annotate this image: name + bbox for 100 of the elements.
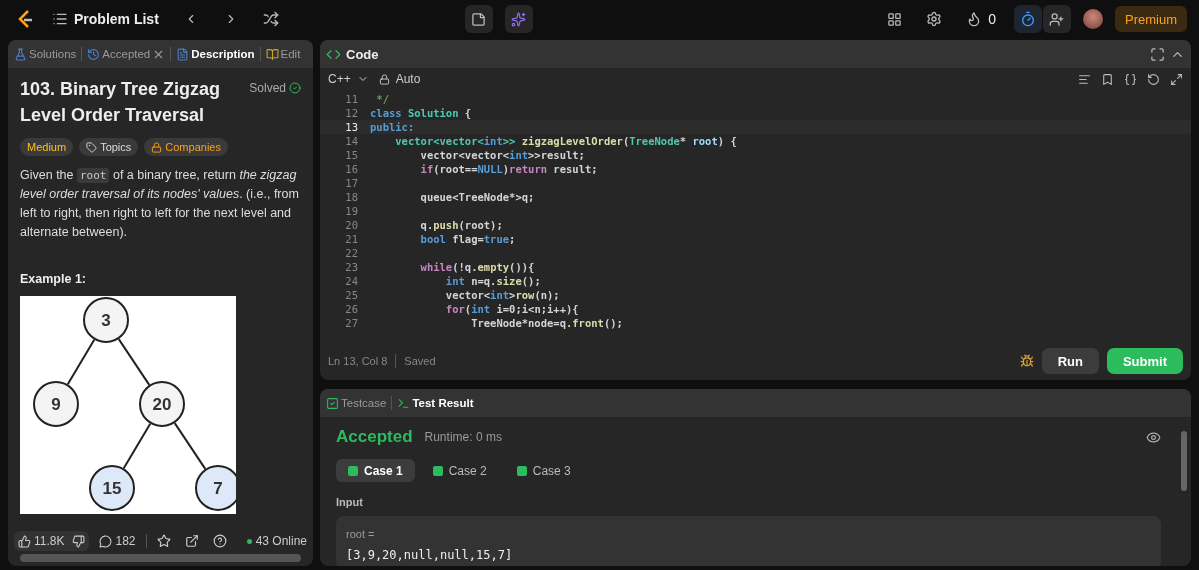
tag-chip[interactable]: Companies [144, 138, 228, 156]
code-line: while(!q.empty()){ [419, 260, 535, 274]
add-user-button[interactable] [1043, 5, 1071, 33]
runtime-text: Runtime: 0 ms [424, 430, 502, 444]
tree-node: 3 [83, 297, 129, 343]
premium-button[interactable]: Premium [1115, 6, 1187, 32]
online-dot [246, 538, 252, 544]
tree-edge [122, 422, 152, 470]
tag-icon [86, 141, 98, 153]
sparkle-button[interactable] [504, 5, 533, 33]
panel-tab[interactable]: Test Result [397, 396, 474, 410]
code-line: public: [370, 120, 415, 134]
terminal-icon [397, 396, 411, 410]
code-line: TreeNode*node=q.front(); [470, 316, 623, 330]
verdict-text: Accepted [336, 427, 413, 447]
line-number: 13 [344, 120, 359, 134]
scrollbar[interactable] [1181, 431, 1187, 491]
lock-icon [378, 73, 390, 85]
braces-icon [1124, 72, 1137, 86]
cursor-position: Ln 13, Col 8 [328, 355, 388, 367]
tag-chip[interactable]: Medium [20, 138, 74, 156]
settings-icon [926, 11, 943, 27]
tree-node: 15 [89, 465, 135, 511]
code-line: class Solution { [370, 106, 472, 120]
line-number: 24 [344, 274, 359, 288]
code-line: bool flag=true; [419, 232, 516, 246]
code-line: if(root==NULL)return result; [419, 162, 598, 176]
lock-icon [151, 141, 163, 153]
panel-tab[interactable]: Testcase [326, 396, 387, 410]
param-name: root = [346, 528, 375, 540]
checkbox-icon [326, 396, 339, 410]
bookmark-icon [1101, 72, 1114, 86]
comments-button[interactable]: 182 [95, 531, 140, 551]
check-circle-icon [289, 82, 301, 94]
line-number: 25 [344, 288, 359, 302]
panel-tab[interactable]: Solutions [14, 47, 77, 61]
panel-tab[interactable]: Edit [265, 47, 301, 61]
logo[interactable] [16, 9, 34, 29]
star-icon [156, 534, 171, 548]
language-dropdown[interactable]: C++ [328, 69, 369, 89]
line-number: 18 [344, 190, 359, 204]
line-number: 27 [344, 316, 359, 330]
mode-button[interactable]: Auto [378, 69, 421, 89]
external-link-icon [184, 534, 199, 548]
tree-node: 20 [139, 381, 185, 427]
line-number: 14 [344, 134, 359, 148]
line-number: 19 [344, 204, 359, 218]
expand-icon [1170, 72, 1183, 86]
line-number: 21 [344, 232, 359, 246]
online-count: 43 Online [255, 534, 307, 548]
problem-title: 103. Binary Tree Zigzag Level Order Traversal [20, 78, 222, 127]
code-line: vector<vector<int>> zigzagLevelOrder(TreeNode* root) { [394, 134, 737, 148]
line-number: 26 [344, 302, 359, 316]
list-icon [52, 11, 68, 27]
tree-edge [66, 338, 96, 386]
format-icon [1078, 72, 1091, 86]
run-button[interactable]: Run [1041, 348, 1099, 374]
bug-icon [1019, 354, 1034, 368]
history-icon [87, 47, 101, 61]
help-icon [212, 534, 227, 548]
timer-button[interactable] [1014, 5, 1042, 33]
sparkle-icon [511, 11, 527, 27]
code-line: q.push(root); [419, 218, 503, 232]
line-number: 22 [344, 246, 359, 260]
avatar[interactable] [1083, 9, 1103, 29]
param-value: [3,9,20,null,null,15,7] [346, 548, 514, 562]
code-line: queue<TreeNode*>q; [419, 190, 535, 204]
streak-button[interactable]: 0 [960, 5, 1002, 33]
note-button[interactable] [464, 5, 493, 33]
tree-node: 7 [195, 465, 236, 511]
note-icon [471, 11, 487, 27]
fullscreen-icon [1150, 46, 1165, 62]
case-tab[interactable]: Case 3 [504, 459, 583, 482]
flask-icon [14, 47, 27, 61]
tree-edge [117, 338, 151, 386]
tree-node: 9 [33, 381, 79, 427]
case-tab[interactable]: Case 2 [420, 459, 499, 482]
problem-list-button[interactable]: Problem List [46, 5, 165, 33]
input-label: Input [336, 496, 364, 508]
case-tab[interactable]: Case 1 [336, 459, 415, 482]
line-number: 15 [344, 148, 359, 162]
scrollbar[interactable] [20, 554, 301, 562]
tag-chip[interactable]: Topics [79, 138, 139, 156]
shuffle-icon [262, 11, 279, 27]
code-line: */ [375, 92, 389, 106]
eye-icon [1146, 429, 1161, 445]
line-number: 12 [344, 106, 359, 120]
panel-tab[interactable]: Accepted [87, 47, 166, 61]
line-number: 17 [344, 176, 359, 190]
solved-status: Solved [249, 81, 286, 95]
tree-edge [173, 422, 207, 470]
book-icon [265, 47, 279, 61]
panel-tab[interactable]: Description [176, 47, 255, 61]
thumbs-up-icon [18, 534, 31, 548]
add-user-icon [1049, 11, 1065, 27]
save-status: Saved [404, 355, 436, 367]
code-line: vector<int>row(n); [444, 288, 560, 302]
line-number: 11 [344, 92, 359, 106]
document-icon [176, 47, 190, 61]
timer-icon [1020, 11, 1036, 27]
